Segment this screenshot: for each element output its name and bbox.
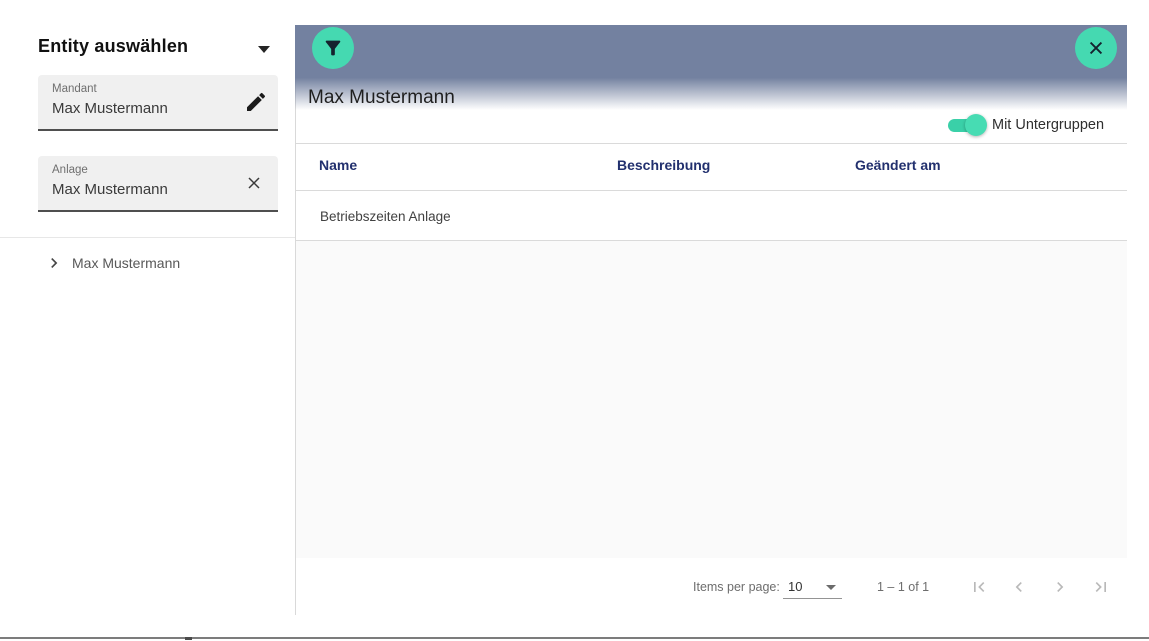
untergruppen-toggle-label: Mit Untergruppen [992,117,1104,133]
next-page-icon [1050,577,1070,597]
chevron-down-icon[interactable] [258,46,270,53]
paginator-range-label: 1 – 1 of 1 [877,580,929,594]
sidebar-divider [0,237,296,238]
tree-item-label: Max Mustermann [72,255,180,271]
filter-funnel-icon [322,37,344,59]
last-page-button[interactable] [1091,577,1111,597]
sidebar-title: Entity auswählen [38,36,188,57]
anlage-field[interactable]: Anlage Max Mustermann [38,156,278,212]
header-row-divider [296,190,1127,191]
anlage-field-value: Max Mustermann [52,181,168,198]
window-bottom-edge [0,637,1149,639]
window-bottom-notch [185,637,192,640]
filter-button[interactable] [312,27,354,69]
column-header-name[interactable]: Name [319,157,357,173]
column-header-beschreibung[interactable]: Beschreibung [617,157,710,173]
table-top-divider [296,143,1127,144]
close-x-icon [1086,38,1106,58]
untergruppen-toggle-knob[interactable] [965,114,987,136]
select-caret-icon[interactable] [826,585,836,590]
entity-select-screen: Entity auswählen Mandant Max Mustermann … [0,0,1149,641]
panel-title: Max Mustermann [308,87,455,109]
items-per-page-label: Items per page: [693,580,780,594]
chevron-right-icon[interactable] [44,253,64,273]
clear-button[interactable] [242,172,266,196]
edit-button[interactable] [242,89,270,117]
page-size-select[interactable]: 10 [788,579,802,594]
next-page-button[interactable] [1050,577,1070,597]
edit-pencil-icon [244,90,268,117]
close-button[interactable] [1075,27,1117,69]
last-page-icon [1091,577,1111,597]
table-row-betriebszeiten[interactable]: Betriebszeiten Anlage [320,209,451,224]
first-page-button[interactable] [969,577,989,597]
mandant-field-value: Max Mustermann [52,100,168,117]
table-empty-area [296,241,1127,558]
mandant-field[interactable]: Mandant Max Mustermann [38,75,278,131]
page-size-underline [783,598,842,599]
first-page-icon [969,577,989,597]
previous-page-icon [1009,577,1029,597]
anlage-field-label: Anlage [52,164,88,176]
clear-x-icon [244,173,264,196]
mandant-field-label: Mandant [52,83,97,95]
previous-page-button[interactable] [1009,577,1029,597]
column-header-geaendert-am[interactable]: Geändert am [855,157,941,173]
tree-item-max-mustermann[interactable]: Max Mustermann [44,250,180,276]
